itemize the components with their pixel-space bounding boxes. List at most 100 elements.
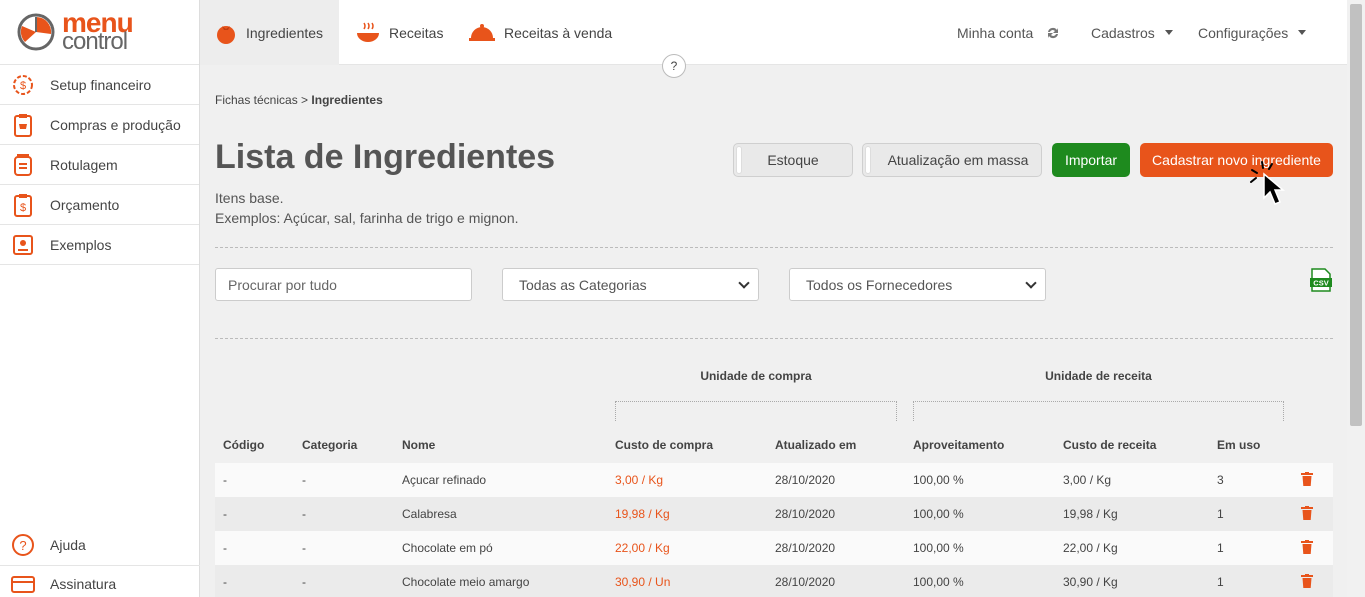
refresh-icon (1048, 27, 1059, 38)
search-input[interactable]: Procurar por tudo (215, 268, 472, 301)
configuracoes-dropdown[interactable]: Configurações (1198, 0, 1307, 65)
tab-receitas-a-venda[interactable]: Receitas à venda (454, 0, 626, 65)
sidebar-item-label: Orçamento (50, 196, 120, 213)
cell-category: - (302, 575, 306, 589)
cell-code: - (223, 541, 227, 555)
trash-icon[interactable] (1301, 540, 1313, 554)
cell-in-use: 1 (1217, 575, 1224, 589)
sidebar-item-rotulagem[interactable]: Rotulagem (0, 145, 199, 185)
cell-purchase-cost[interactable]: 3,00 / Kg (615, 463, 663, 497)
cell-purchase-cost[interactable]: 30,90 / Un (615, 565, 670, 597)
table-row[interactable]: - - Açucar refinado 3,00 / Kg 28/10/2020… (215, 463, 1333, 497)
mouse-pointer-icon (1250, 161, 1286, 205)
csv-export-icon[interactable]: CSV (1310, 268, 1332, 292)
cell-code: - (223, 507, 227, 521)
sidebar-item-assinatura[interactable]: Assinatura (0, 566, 200, 597)
header-nome[interactable]: Nome (402, 438, 435, 452)
breadcrumb-separator: > (301, 93, 309, 107)
atualizacao-em-massa-toggle[interactable]: Atualização em massa (862, 143, 1042, 177)
cadastros-dropdown[interactable]: Cadastros (1091, 0, 1173, 65)
header-aproveitamento[interactable]: Aproveitamento (913, 438, 1004, 452)
group-unidade-receita: Unidade de receita (1045, 369, 1152, 383)
sidebar-item-orcamento[interactable]: $ Orçamento (0, 185, 199, 225)
configuracoes-label: Configurações (1198, 24, 1289, 41)
supplier-select-value: Todos os Fornecedores (806, 276, 953, 293)
tomato-icon (217, 25, 235, 44)
cell-recipe-cost: 19,98 / Kg (1063, 507, 1118, 521)
cell-in-use: 1 (1217, 507, 1224, 521)
cell-updated: 28/10/2020 (775, 541, 836, 555)
sidebar-item-compras-producao[interactable]: Compras e produção (0, 105, 199, 145)
cell-yield: 100,00 % (913, 473, 964, 487)
cell-purchase-cost[interactable]: 19,98 / Kg (615, 497, 670, 531)
cell-updated: 28/10/2020 (775, 507, 836, 521)
logo[interactable]: menu control (0, 0, 199, 65)
caret-down-icon (1298, 30, 1307, 35)
cell-updated: 28/10/2020 (775, 575, 836, 589)
estoque-label: Estoque (767, 152, 819, 168)
steaming-bowl-icon (357, 22, 379, 42)
cell-purchase-cost[interactable]: 22,00 / Kg (615, 531, 670, 565)
trash-icon[interactable] (1301, 506, 1313, 520)
group-unidade-compra: Unidade de compra (700, 369, 812, 383)
header-atualizado-em[interactable]: Atualizado em (775, 438, 856, 452)
trash-icon[interactable] (1301, 472, 1313, 486)
breadcrumb: Fichas técnicas > Ingredientes (215, 93, 383, 107)
group-box-compra (615, 401, 897, 421)
dollar-clipboard-icon: $ (10, 192, 36, 218)
cell-recipe-cost: 3,00 / Kg (1063, 473, 1112, 487)
sidebar: menu control $ Setup financeiro Compras … (0, 0, 200, 597)
breadcrumb-parent[interactable]: Fichas técnicas (215, 93, 298, 107)
search-placeholder: Procurar por tudo (228, 276, 337, 293)
cell-name: Calabresa (402, 507, 457, 521)
label-jar-icon (10, 152, 36, 178)
cell-code: - (223, 473, 227, 487)
cadastrar-novo-ingrediente-button[interactable]: Cadastrar novo ingrediente (1140, 143, 1333, 177)
minha-conta-menu[interactable]: Minha conta (957, 0, 1061, 65)
minha-conta-label: Minha conta (957, 24, 1034, 41)
header-custo-receita[interactable]: Custo de receita (1063, 438, 1156, 452)
sidebar-item-setup-financeiro[interactable]: $ Setup financeiro (0, 65, 199, 105)
sidebar-item-exemplos[interactable]: Exemplos (0, 225, 199, 265)
divider (215, 338, 1333, 339)
cell-name: Chocolate meio amargo (402, 575, 530, 589)
vertical-scrollbar[interactable] (1347, 0, 1365, 597)
header-categoria[interactable]: Categoria (302, 438, 357, 452)
tab-receitas[interactable]: Receitas (341, 0, 457, 65)
sidebar-item-ajuda[interactable]: ? Ajuda (0, 524, 200, 566)
tab-label: Receitas (389, 24, 444, 41)
supplier-select[interactable]: Todos os Fornecedores (789, 268, 1046, 301)
page-subtitle: Itens base. Exemplos: Açúcar, sal, farin… (215, 188, 519, 228)
scrollbar-thumb[interactable] (1350, 4, 1362, 426)
header-em-uso[interactable]: Em uso (1217, 438, 1260, 452)
cell-updated: 28/10/2020 (775, 473, 836, 487)
svg-text:$: $ (20, 80, 26, 92)
table-row[interactable]: - - Calabresa 19,98 / Kg 28/10/2020 100,… (215, 497, 1333, 531)
tab-ingredientes[interactable]: Ingredientes (200, 0, 339, 65)
importar-button[interactable]: Importar (1052, 143, 1130, 177)
category-select-value: Todas as Categorias (519, 276, 647, 293)
table-row[interactable]: - - Chocolate meio amargo 30,90 / Un 28/… (215, 565, 1333, 597)
help-button[interactable]: ? (662, 54, 686, 78)
trash-icon[interactable] (1301, 574, 1313, 588)
cart-clipboard-icon (10, 112, 36, 138)
estoque-toggle[interactable]: Estoque (733, 143, 853, 177)
gear-dollar-icon: $ (10, 72, 36, 98)
svg-text:?: ? (19, 538, 26, 553)
cell-yield: 100,00 % (913, 541, 964, 555)
category-select[interactable]: Todas as Categorias (502, 268, 759, 301)
sidebar-item-label: Compras e produção (50, 116, 181, 133)
header-codigo[interactable]: Código (223, 438, 264, 452)
divider (215, 247, 1333, 248)
header-custo-compra[interactable]: Custo de compra (615, 438, 713, 452)
cadastros-label: Cadastros (1091, 24, 1155, 41)
cell-name: Chocolate em pó (402, 541, 493, 555)
atualizacao-label: Atualização em massa (887, 152, 1029, 168)
table-row[interactable]: - - Chocolate em pó 22,00 / Kg 28/10/202… (215, 531, 1333, 565)
cell-recipe-cost: 22,00 / Kg (1063, 541, 1118, 555)
tab-label: Ingredientes (246, 24, 324, 41)
breadcrumb-current: Ingredientes (311, 93, 383, 107)
cell-name: Açucar refinado (402, 473, 487, 487)
logo-text-control: control (62, 28, 128, 55)
question-circle-icon: ? (10, 532, 36, 558)
